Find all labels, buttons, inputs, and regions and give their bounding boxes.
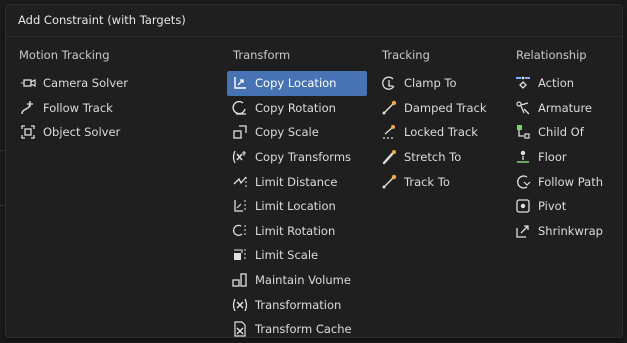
armature-icon (514, 100, 532, 116)
menu-item-track-to[interactable]: Track To (376, 169, 506, 194)
menu-item-label: Copy Transforms (255, 150, 352, 165)
pivot-icon (514, 198, 532, 214)
menu-item-label: Camera Solver (43, 76, 128, 91)
transformation-icon (231, 297, 249, 313)
menu-item-label: Limit Location (255, 199, 336, 214)
menu-item-label: Limit Rotation (255, 223, 336, 238)
limit-location-icon (231, 198, 249, 214)
menu-item-label: Transform Cache (255, 322, 352, 337)
menu-item-label: Limit Scale (255, 248, 319, 263)
menu-item-clamp-to[interactable]: Clamp To (376, 71, 506, 96)
column-header: Tracking (382, 48, 430, 62)
menu-item-stretch-to[interactable]: Stretch To (376, 145, 506, 170)
menu-item-limit-distance[interactable]: Limit Distance (227, 169, 367, 194)
damped-track-icon (380, 100, 398, 116)
column-transform: Transform Copy Location Copy Rotation Co… (227, 47, 367, 342)
menu-item-transformation[interactable]: Transformation (227, 292, 367, 317)
menu-item-locked-track[interactable]: Locked Track (376, 120, 506, 145)
menu-item-child-of[interactable]: Child Of (510, 120, 620, 145)
track-to-icon (380, 174, 398, 190)
menu-item-follow-path[interactable]: Follow Path (510, 169, 620, 194)
menu-item-label: Follow Track (43, 100, 113, 115)
menu-item-transform-cache[interactable]: Transform Cache (227, 317, 367, 342)
menu-item-copy-location[interactable]: Copy Location (227, 71, 367, 96)
menu-item-follow-track[interactable]: Follow Track (15, 96, 215, 121)
copy-location-icon (231, 75, 249, 91)
column-relationship: Relationship Action Armature Child Of Fl… (510, 47, 620, 243)
column-header: Motion Tracking (19, 48, 110, 62)
copy-rotation-icon (231, 100, 249, 116)
menu-item-label: Follow Path (538, 174, 603, 189)
title-separator (6, 36, 622, 37)
column-tracking: Tracking Clamp To Damped Track Locked Tr… (376, 47, 506, 194)
floor-icon (514, 149, 532, 165)
menu-item-limit-rotation[interactable]: Limit Rotation (227, 219, 367, 244)
action-icon (514, 75, 532, 91)
column-header: Transform (233, 48, 291, 62)
menu-item-label: Maintain Volume (255, 273, 351, 288)
limit-scale-icon (231, 247, 249, 263)
menu-item-limit-scale[interactable]: Limit Scale (227, 243, 367, 268)
transform-cache-icon (231, 321, 249, 337)
menu-item-copy-scale[interactable]: Copy Scale (227, 120, 367, 145)
menu-item-label: Locked Track (404, 125, 478, 140)
menu-item-object-solver[interactable]: Object Solver (15, 120, 215, 145)
menu-item-label: Damped Track (404, 100, 487, 115)
menu-item-shrinkwrap[interactable]: Shrinkwrap (510, 219, 620, 244)
menu-item-label: Transformation (255, 297, 342, 312)
menu-item-label: Floor (538, 150, 567, 165)
menu-item-label: Track To (404, 174, 450, 189)
menu-item-camera-solver[interactable]: Camera Solver (15, 71, 215, 96)
menu-item-armature[interactable]: Armature (510, 96, 620, 121)
menu-item-label: Copy Scale (255, 125, 319, 140)
clamp-to-icon (380, 75, 398, 91)
menu-item-damped-track[interactable]: Damped Track (376, 96, 506, 121)
menu-item-label: Limit Distance (255, 174, 338, 189)
follow-track-icon (19, 100, 37, 116)
copy-transforms-icon (231, 149, 249, 165)
limit-rotation-icon (231, 223, 249, 239)
menu-item-copy-rotation[interactable]: Copy Rotation (227, 96, 367, 121)
menu-item-maintain-volume[interactable]: Maintain Volume (227, 268, 367, 293)
camera-solver-icon (19, 75, 37, 91)
add-constraint-menu: Add Constraint (with Targets) Motion Tra… (5, 4, 623, 338)
follow-path-icon (514, 174, 532, 190)
limit-distance-icon (231, 174, 249, 190)
menu-item-action[interactable]: Action (510, 71, 620, 96)
menu-item-label: Pivot (538, 199, 567, 214)
menu-item-label: Clamp To (404, 76, 457, 91)
locked-track-icon (380, 124, 398, 140)
menu-item-label: Shrinkwrap (538, 223, 603, 238)
menu-item-label: Copy Rotation (255, 100, 336, 115)
menu-item-label: Armature (538, 100, 592, 115)
menu-title: Add Constraint (with Targets) (18, 13, 186, 27)
copy-scale-icon (231, 124, 249, 140)
menu-item-label: Child Of (538, 125, 584, 140)
column-motion-tracking: Motion Tracking Camera Solver Follow Tra… (15, 47, 215, 145)
menu-item-label: Object Solver (43, 125, 121, 140)
child-of-icon (514, 124, 532, 140)
shrinkwrap-icon (514, 223, 532, 239)
menu-item-copy-transforms[interactable]: Copy Transforms (227, 145, 367, 170)
menu-item-pivot[interactable]: Pivot (510, 194, 620, 219)
menu-item-label: Action (538, 76, 575, 91)
menu-item-floor[interactable]: Floor (510, 145, 620, 170)
menu-item-label: Stretch To (404, 150, 462, 165)
maintain-volume-icon (231, 272, 249, 288)
column-header: Relationship (516, 48, 587, 62)
object-solver-icon (19, 124, 37, 140)
menu-item-label: Copy Location (255, 76, 337, 91)
stretch-to-icon (380, 149, 398, 165)
menu-item-limit-location[interactable]: Limit Location (227, 194, 367, 219)
